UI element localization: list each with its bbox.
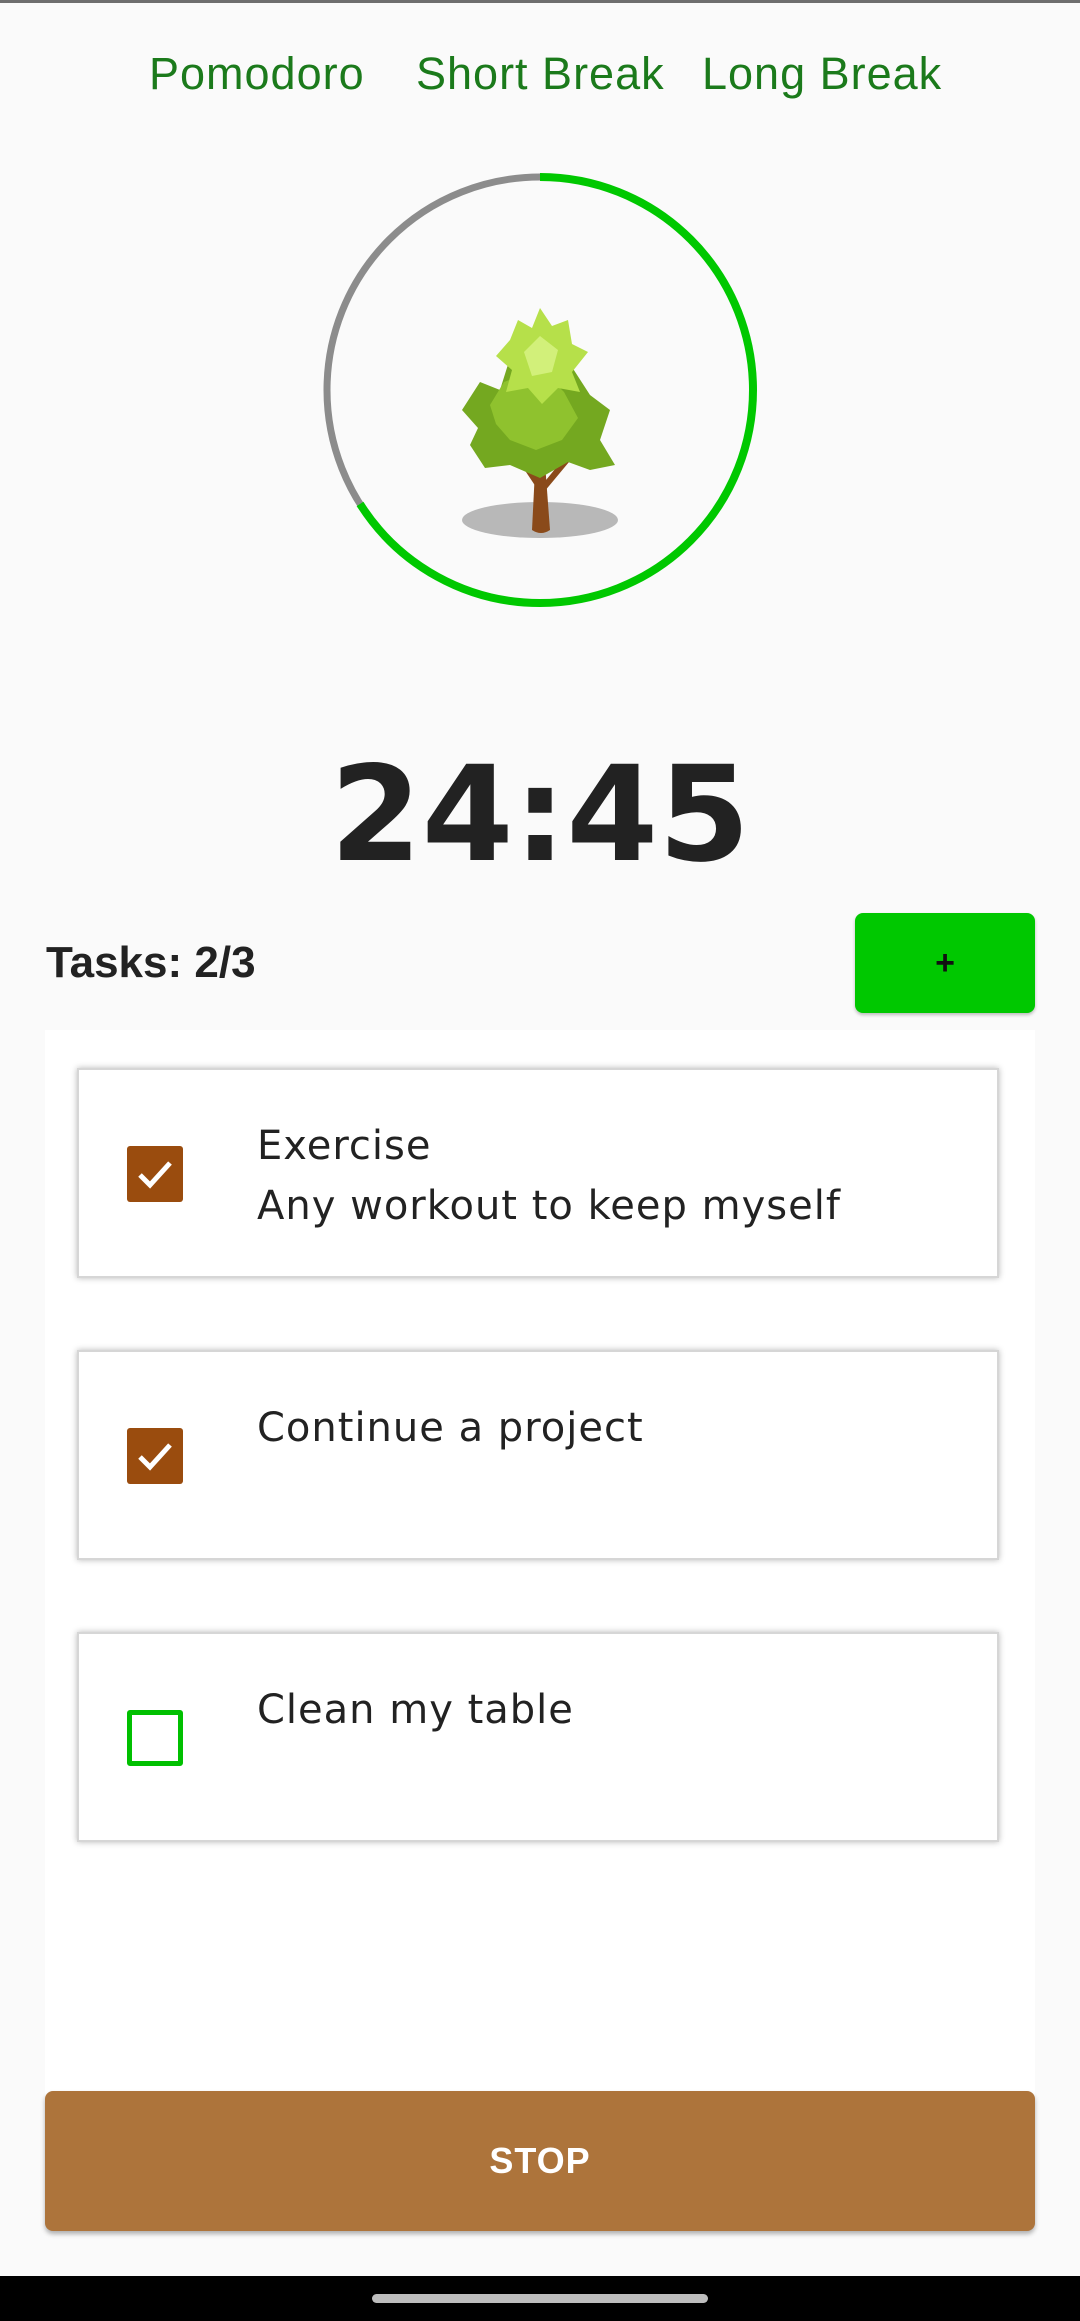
task-checkbox[interactable] [127, 1428, 183, 1484]
task-checkbox[interactable] [127, 1146, 183, 1202]
tasks-counter: Tasks: 2/3 [46, 938, 256, 987]
timer-display: 24:45 [329, 738, 751, 892]
navigation-bar [0, 2276, 1080, 2321]
add-task-button[interactable]: + [855, 913, 1035, 1013]
tab-short-break[interactable]: Short Break [416, 48, 665, 100]
task-card[interactable]: Clean my table [77, 1632, 999, 1842]
task-card[interactable]: Continue a project [77, 1350, 999, 1560]
checkmark-icon [138, 1161, 172, 1189]
stop-button[interactable]: STOP [45, 2091, 1035, 2231]
task-text: Clean my table [257, 1680, 957, 1798]
task-title: Exercise [257, 1123, 432, 1169]
tab-pomodoro[interactable]: Pomodoro [149, 48, 365, 100]
task-text: Continue a project [257, 1398, 957, 1516]
task-description: Any workout to keep myself [257, 1183, 841, 1229]
checkmark-icon [138, 1443, 172, 1471]
mode-tabs: Pomodoro Short Break Long Break [0, 48, 1080, 112]
tab-long-break[interactable]: Long Break [702, 48, 942, 100]
task-card[interactable]: Exercise Any workout to keep myself heal… [77, 1068, 999, 1278]
home-handle[interactable] [372, 2294, 708, 2303]
task-title: Continue a project [257, 1405, 644, 1451]
task-list: Exercise Any workout to keep myself heal… [45, 1030, 1035, 2120]
task-title: Clean my table [257, 1687, 574, 1733]
task-checkbox[interactable] [127, 1710, 183, 1766]
tree-icon [462, 308, 618, 538]
status-divider [0, 0, 1080, 3]
task-text: Exercise Any workout to keep myself heal… [257, 1116, 957, 1234]
